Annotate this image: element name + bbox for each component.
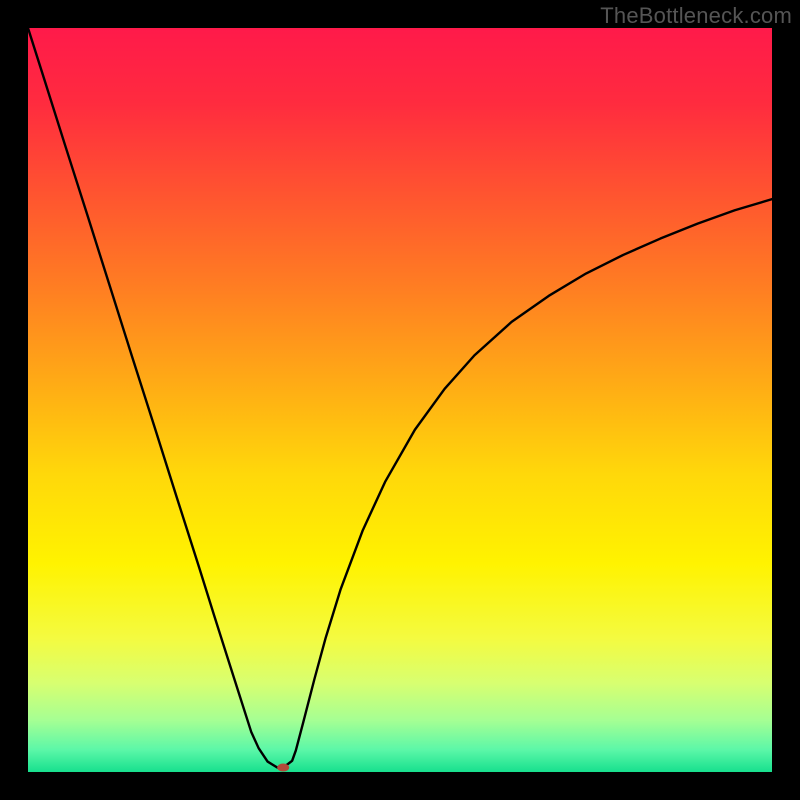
- plot-area: [28, 28, 772, 772]
- gradient-background: [28, 28, 772, 772]
- watermark-text: TheBottleneck.com: [600, 3, 792, 29]
- chart-frame: TheBottleneck.com: [0, 0, 800, 800]
- plot-svg: [28, 28, 772, 772]
- min-marker: [277, 764, 289, 772]
